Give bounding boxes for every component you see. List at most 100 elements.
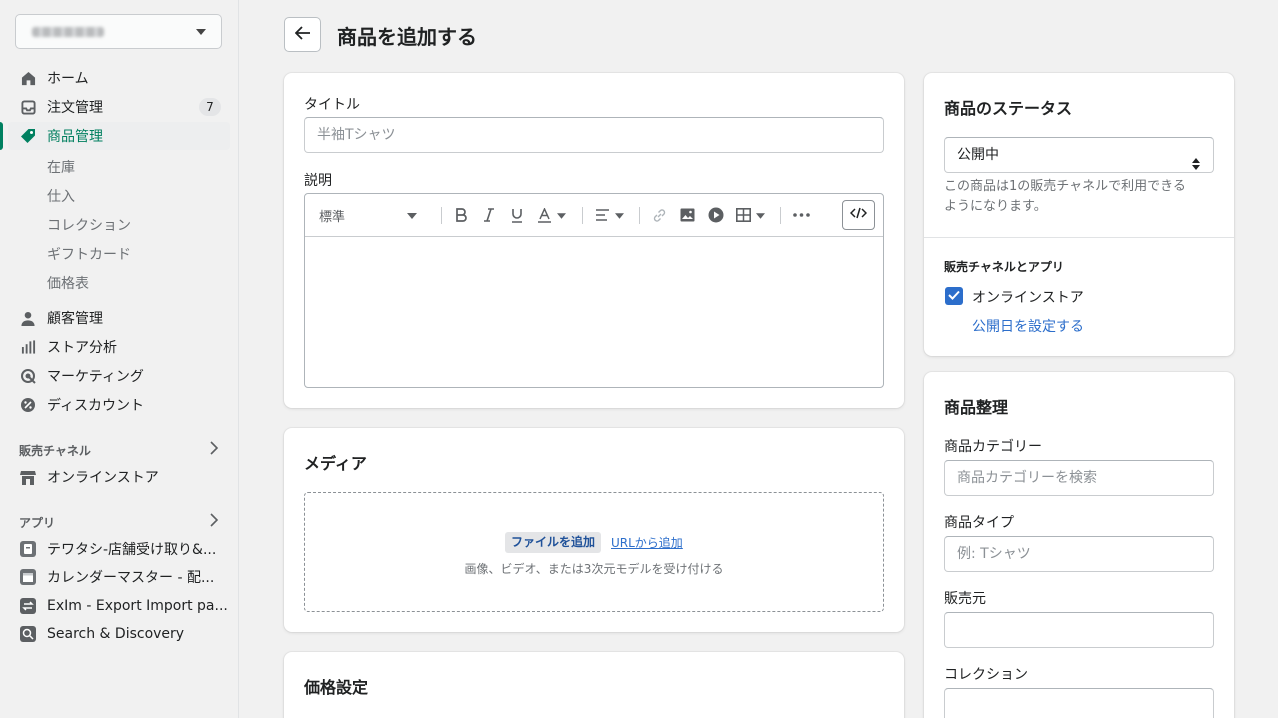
section-label: 販売チャネル (19, 444, 91, 458)
inbox-icon (20, 99, 36, 115)
section-label: アプリ (19, 516, 56, 530)
nav-label: 注文管理 (47, 100, 103, 116)
arrow-left-icon (294, 25, 311, 44)
nav-item-products[interactable]: 商品管理 (0, 122, 230, 150)
collection-label: コレクション (944, 667, 1028, 683)
nav-item-app-search-discovery[interactable]: Search & Discovery (8, 620, 230, 648)
nav-label: Search & Discovery (47, 626, 185, 642)
media-dropzone[interactable]: ファイルを追加 URLから追加 画像、ビデオ、または3次元モデルを受け付ける (304, 492, 884, 612)
format-select-value: 標準 (319, 209, 346, 225)
nav-item-customers[interactable]: 顧客管理 (8, 304, 230, 332)
align-icon[interactable] (596, 206, 624, 224)
back-button[interactable] (284, 17, 321, 52)
status-select-value: 公開中 (957, 147, 999, 163)
divider (924, 237, 1234, 238)
online-store-checkbox[interactable] (945, 287, 963, 305)
person-icon (20, 310, 36, 326)
apps-heading[interactable]: アプリ (19, 513, 219, 531)
nav-label: ディスカウント (47, 398, 145, 414)
nav-item-marketing[interactable]: マーケティング (8, 362, 230, 390)
nav-label: カレンダーマスター - 配... (47, 570, 215, 586)
caret-down-icon (196, 29, 206, 35)
sidebar: ホーム 注文管理 7 商品管理 在庫 仕入 コレクション ギフトカード 価格表 … (0, 0, 239, 718)
sub-item-collections[interactable]: コレクション (47, 215, 131, 235)
sub-item-price-lists[interactable]: 価格表 (47, 273, 89, 293)
bold-icon[interactable] (455, 206, 467, 224)
media-card-title: メディア (304, 454, 367, 473)
target-icon (20, 368, 36, 384)
page-title: 商品を追加する (337, 25, 477, 49)
vendor-input[interactable] (944, 612, 1214, 648)
status-description: この商品は1の販売チャネルで利用できる ようになります。 (944, 177, 1186, 217)
store-name-obscured (32, 27, 104, 37)
nav-item-online-store[interactable]: オンラインストア (8, 463, 230, 491)
sales-channels-heading[interactable]: 販売チャネル (19, 441, 219, 459)
nav-label: マーケティング (47, 369, 144, 385)
store-selector[interactable] (15, 14, 222, 49)
nav-item-app-calendar-master[interactable]: カレンダーマスター - 配... (8, 563, 230, 591)
caret-down-icon (615, 207, 624, 223)
title-label: タイトル (304, 97, 360, 113)
add-from-url-link[interactable]: URLから追加 (611, 534, 683, 551)
pricing-card-title: 価格設定 (304, 678, 369, 697)
description-editor: 標準 (304, 193, 884, 388)
product-details-card: タイトル 半袖Tシャツ 説明 標準 (284, 73, 904, 408)
search-discovery-icon (20, 626, 36, 642)
text-color-icon[interactable] (538, 206, 566, 224)
more-options-icon[interactable] (793, 206, 810, 224)
vendor-label: 販売元 (944, 591, 986, 607)
toolbar-divider (582, 207, 583, 224)
status-description-line: この商品は1の販売チャネルで利用できる (944, 179, 1186, 194)
html-code-button[interactable] (842, 200, 875, 230)
tag-icon (20, 128, 36, 144)
video-icon[interactable] (708, 206, 724, 224)
nav-item-analytics[interactable]: ストア分析 (8, 333, 230, 361)
table-icon[interactable] (736, 206, 765, 224)
product-type-label: 商品タイプ (944, 515, 1014, 531)
nav-item-home[interactable]: ホーム (8, 64, 230, 92)
nav-label: テワタシ-店舗受け取り&... (47, 542, 217, 558)
chevron-right-icon (209, 441, 219, 458)
image-icon[interactable] (680, 206, 695, 224)
caret-down-icon (407, 208, 418, 223)
product-type-input[interactable]: 例: Tシャツ (944, 536, 1214, 572)
status-select[interactable]: 公開中 (944, 137, 1214, 173)
italic-icon[interactable] (484, 206, 494, 224)
caret-down-icon (557, 207, 566, 223)
nav-label: ストア分析 (47, 340, 117, 356)
checkmark-icon (948, 288, 960, 304)
nav-item-app-exim[interactable]: ExIm - Export Import pa... (8, 592, 230, 620)
sub-item-purchase-orders[interactable]: 仕入 (47, 186, 75, 206)
online-store-channel-label: オンラインストア (972, 290, 1084, 306)
description-textarea[interactable] (305, 237, 883, 387)
status-description-line: ようになります。 (944, 199, 1047, 214)
description-label: 説明 (304, 173, 332, 189)
collection-input[interactable] (944, 688, 1214, 718)
toolbar-divider (639, 207, 640, 224)
underline-icon[interactable] (511, 206, 523, 224)
calendar-app-icon (20, 569, 36, 585)
sales-channels-apps-heading: 販売チャネルとアプリ (944, 260, 1064, 274)
category-label: 商品カテゴリー (944, 439, 1042, 455)
category-search-input[interactable]: 商品カテゴリーを検索 (944, 460, 1214, 496)
nav-item-app-tewatashi[interactable]: テワタシ-店舗受け取り&... (8, 535, 230, 563)
set-publish-date-link[interactable]: 公開日を設定する (972, 316, 1084, 336)
nav-label: 商品管理 (47, 129, 103, 145)
title-input[interactable]: 半袖Tシャツ (304, 117, 884, 153)
nav-label: ExIm - Export Import pa... (47, 598, 228, 614)
nav-item-orders[interactable]: 注文管理 7 (8, 93, 230, 121)
nav-label: ホーム (47, 71, 89, 87)
link-icon[interactable] (652, 206, 667, 224)
pricing-card: 価格設定 (284, 652, 904, 718)
select-arrows-icon (1192, 149, 1200, 183)
sub-item-gift-cards[interactable]: ギフトカード (47, 244, 131, 264)
sub-item-inventory[interactable]: 在庫 (47, 157, 75, 177)
status-card-title: 商品のステータス (944, 99, 1073, 118)
media-card: メディア ファイルを追加 URLから追加 画像、ビデオ、または3次元モデルを受け… (284, 428, 904, 632)
organization-card-title: 商品整理 (944, 398, 1009, 417)
add-file-button[interactable]: ファイルを追加 (505, 532, 602, 553)
nav-item-discounts[interactable]: ディスカウント (8, 391, 230, 419)
nav-label: 顧客管理 (47, 311, 103, 327)
bar-chart-icon (20, 339, 36, 355)
format-select[interactable]: 標準 (319, 206, 418, 225)
